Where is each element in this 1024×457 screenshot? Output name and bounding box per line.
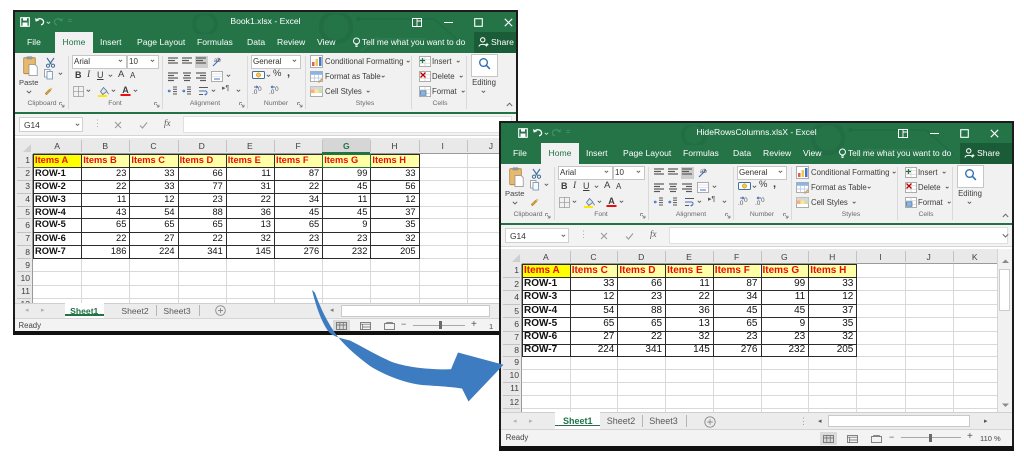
- svg-text:0: 0: [258, 86, 262, 93]
- svg-text:.0: .0: [252, 89, 258, 96]
- svg-text:A: A: [122, 85, 129, 95]
- svg-text:ab: ab: [214, 58, 221, 64]
- svg-text:.0: .0: [755, 200, 761, 207]
- svg-text:0: 0: [744, 197, 748, 204]
- svg-text:ab: ab: [700, 169, 707, 175]
- svg-text:.0: .0: [738, 200, 744, 207]
- svg-text:A: A: [608, 196, 615, 206]
- svg-text:0: 0: [275, 86, 279, 93]
- svg-text:.0: .0: [269, 89, 275, 96]
- svg-text:0: 0: [761, 197, 765, 204]
